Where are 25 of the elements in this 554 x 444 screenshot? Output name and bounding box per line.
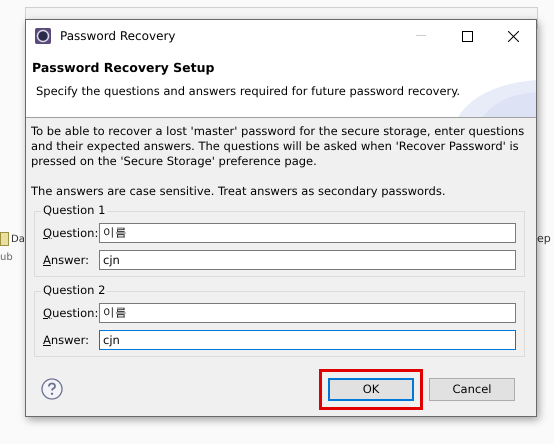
background-text: ep (537, 232, 551, 245)
minimize-icon (416, 35, 426, 37)
input-field[interactable]: cjn (99, 250, 516, 270)
window-title: Password Recovery (60, 29, 177, 43)
input-field[interactable]: 이름 (99, 222, 516, 243)
close-icon (508, 30, 518, 42)
input-field[interactable]: 이름 (99, 302, 516, 323)
dialog-button[interactable]: OK (328, 378, 414, 401)
instruction-text: To be able to recover a lost 'master' password for the secure storage, enter questions and their expected answers. The questions will be asked when 'Recover Password' is pressed on the 'Secure Storage' preference page. (31, 124, 526, 169)
page-title: Password Recovery Setup (32, 60, 216, 75)
help-icon[interactable] (41, 378, 63, 400)
instruction-text: The answers are case sensitive. Treat answers as secondary passwords. (31, 184, 446, 199)
field-label: Answer: (43, 252, 90, 267)
background-text: ub (0, 252, 13, 263)
maximize-icon (462, 30, 472, 42)
field-label: Question: (43, 226, 99, 240)
file-icon (0, 232, 9, 246)
field-label: Question: (43, 306, 99, 320)
group-title: Question 1 (41, 202, 108, 217)
group-title: Question 2 (41, 282, 108, 297)
background-text: Da (11, 234, 25, 244)
page-description: Specify the questions and answers required for future password recovery. (36, 84, 462, 98)
input-field[interactable]: cjn (99, 330, 516, 350)
dialog-button[interactable]: Cancel (429, 378, 515, 401)
field-label: Answer: (43, 332, 90, 347)
